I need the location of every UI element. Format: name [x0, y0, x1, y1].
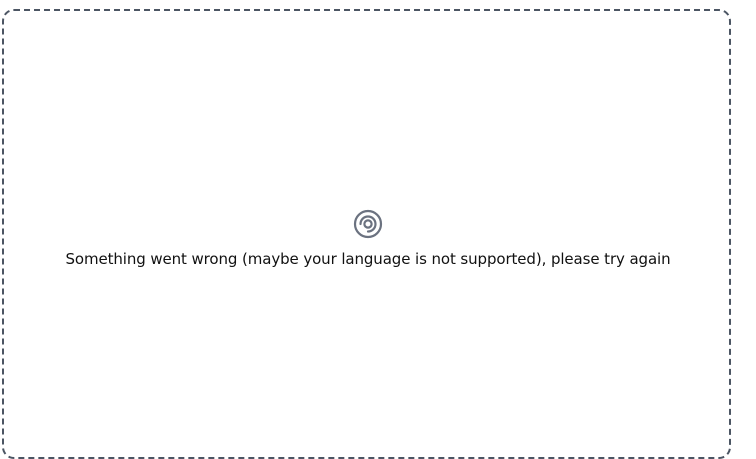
error-state: Something went wrong (maybe your languag…	[0, 209, 736, 269]
error-rings-icon	[353, 209, 383, 239]
error-message: Something went wrong (maybe your languag…	[65, 250, 671, 268]
